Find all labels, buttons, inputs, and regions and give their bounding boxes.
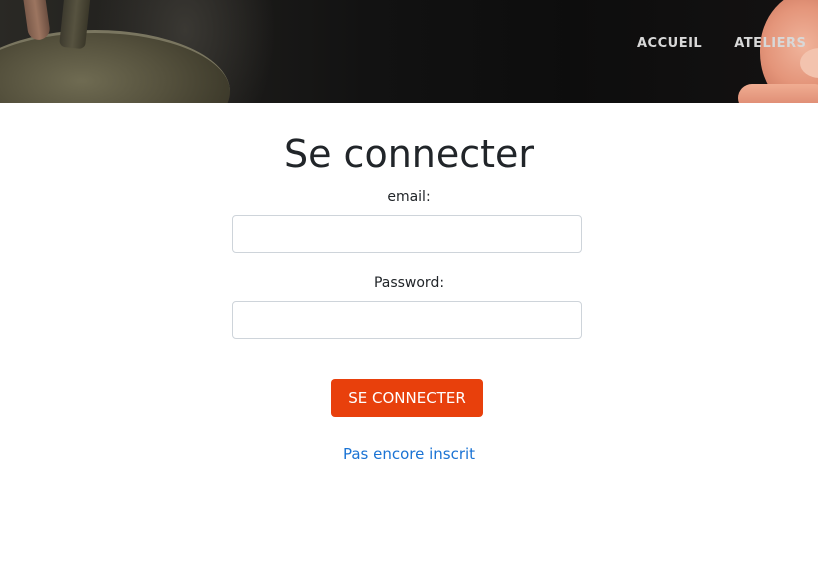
register-link-container: Pas encore inscrit bbox=[0, 444, 818, 464]
main-nav: ACCUEIL ATELIERS bbox=[637, 36, 806, 51]
hero-pan-image bbox=[0, 30, 230, 103]
password-field[interactable] bbox=[232, 301, 582, 339]
hero-hand-image bbox=[20, 0, 52, 42]
email-field[interactable] bbox=[232, 215, 582, 253]
password-label: Password: bbox=[373, 275, 445, 291]
email-label: email: bbox=[387, 189, 431, 205]
nav-link-ateliers[interactable]: ATELIERS bbox=[734, 36, 806, 51]
hero-chef-finger-image bbox=[738, 84, 818, 103]
page-title: Se connecter bbox=[283, 132, 535, 176]
hero-banner: ACCUEIL ATELIERS bbox=[0, 0, 818, 103]
nav-link-accueil[interactable]: ACCUEIL bbox=[637, 36, 702, 51]
register-link[interactable]: Pas encore inscrit bbox=[343, 445, 475, 463]
login-button[interactable]: SE CONNECTER bbox=[331, 379, 483, 417]
